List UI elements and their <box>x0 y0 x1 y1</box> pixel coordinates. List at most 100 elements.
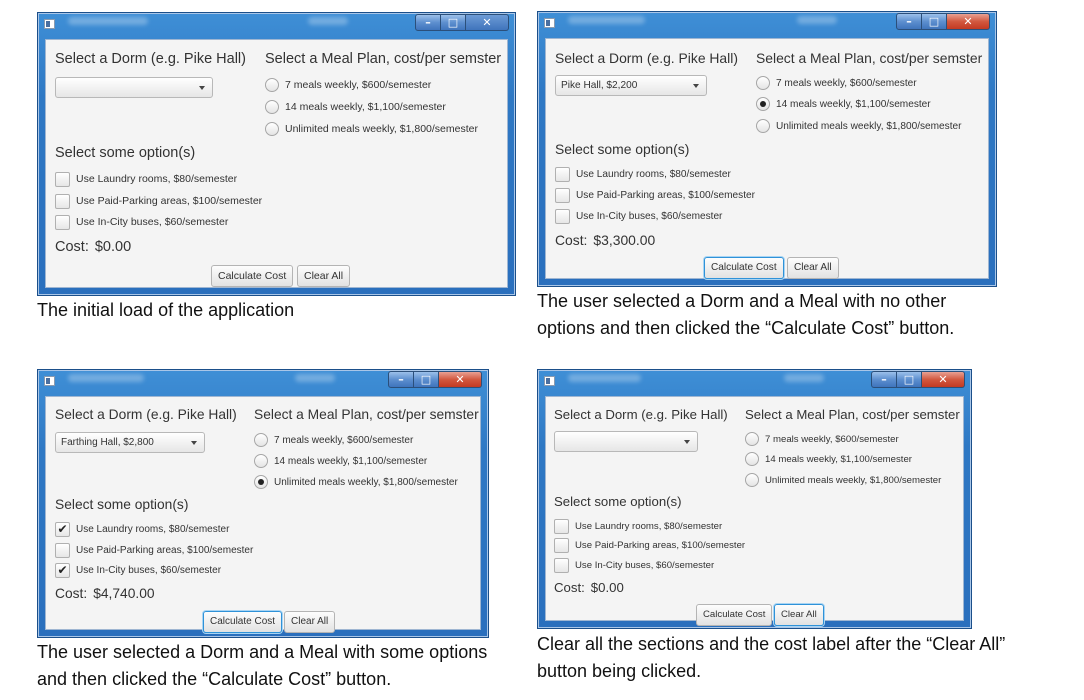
dorm-combobox-value: Farthing Hall, $2,800 <box>61 437 154 448</box>
close-icon[interactable]: ✕ <box>947 13 990 30</box>
option-checkbox[interactable] <box>554 557 569 573</box>
minimize-icon[interactable]: – <box>871 371 897 388</box>
app-window-icon <box>544 18 555 28</box>
option-checkbox[interactable] <box>55 193 70 209</box>
meal-radio-option[interactable]: 7 meals weekly, $600/semester <box>745 431 899 447</box>
cost-value: $0.00 <box>94 239 132 255</box>
option-checkbox-row[interactable]: ✔ Use Laundry rooms, $80/semester <box>55 521 229 537</box>
clear-all-button[interactable]: Clear All <box>297 265 351 287</box>
option-checkbox[interactable] <box>55 214 70 230</box>
meal-radio[interactable] <box>756 119 770 133</box>
dorm-combobox[interactable] <box>55 77 213 98</box>
meal-option-label: 14 meals weekly, $1,100/semester <box>765 453 912 465</box>
meal-radio-option[interactable]: 14 meals weekly, $1,100/semester <box>254 453 427 469</box>
chevron-down-icon[interactable] <box>199 86 205 90</box>
clear-all-button[interactable]: Clear All <box>787 257 839 279</box>
maximize-icon[interactable]: □ <box>922 13 947 30</box>
meal-radio-option[interactable]: 14 meals weekly, $1,100/semester <box>756 96 931 112</box>
meal-radio[interactable] <box>265 78 279 92</box>
meal-plan-label: Select a Meal Plan, cost/per semster <box>756 50 983 66</box>
chevron-down-icon[interactable] <box>684 440 690 444</box>
meal-radio[interactable] <box>254 433 268 447</box>
calculate-cost-button[interactable]: Calculate Cost <box>704 257 784 279</box>
dorm-combobox[interactable]: Farthing Hall, $2,800 <box>55 432 205 453</box>
calculate-cost-button[interactable]: Calculate Cost <box>211 265 294 287</box>
meal-option-label: 7 meals weekly, $600/semester <box>285 79 432 91</box>
window-titlebar[interactable]: – □ ✕ <box>38 13 515 35</box>
window-titlebar[interactable]: – □ ✕ <box>538 370 971 392</box>
minimize-icon[interactable]: – <box>896 13 922 30</box>
option-checkbox[interactable] <box>555 187 570 203</box>
close-icon[interactable]: ✕ <box>439 371 482 388</box>
option-label: Use Paid-Parking areas, $100/semester <box>76 195 263 207</box>
dorm-combobox[interactable]: Pike Hall, $2,200 <box>555 75 707 96</box>
meal-option-label: Unlimited meals weekly, $1,800/semester <box>765 474 942 486</box>
chevron-down-icon[interactable] <box>693 84 699 88</box>
dorm-label: Select a Dorm (e.g. Pike Hall) <box>55 407 237 422</box>
option-checkbox-row[interactable]: Use In-City buses, $60/semester <box>55 214 228 230</box>
option-label: Use Laundry rooms, $80/semester <box>76 523 230 535</box>
close-icon[interactable]: ✕ <box>466 14 509 31</box>
option-checkbox-row[interactable]: ✔ Use In-City buses, $60/semester <box>55 562 221 578</box>
option-checkbox[interactable] <box>554 518 569 534</box>
meal-option-label: 14 meals weekly, $1,100/semester <box>285 101 446 113</box>
window-titlebar[interactable]: – □ ✕ <box>38 370 488 392</box>
option-checkbox[interactable] <box>555 166 570 182</box>
cost-value: $0.00 <box>590 580 624 595</box>
screenshot-caption: The user selected a Dorm and a Meal with… <box>37 642 488 689</box>
meal-radio-option[interactable]: 14 meals weekly, $1,100/semester <box>745 451 912 467</box>
minimize-icon[interactable]: – <box>388 371 414 388</box>
option-checkbox-row[interactable]: Use In-City buses, $60/semester <box>555 208 722 224</box>
meal-radio[interactable] <box>756 97 770 111</box>
calculate-cost-button[interactable]: Calculate Cost <box>203 611 283 633</box>
option-checkbox-row[interactable]: Use Paid-Parking areas, $100/semester <box>55 542 253 558</box>
meal-option-label: Unlimited meals weekly, $1,800/semester <box>776 120 962 132</box>
maximize-icon[interactable]: □ <box>897 371 922 388</box>
meal-radio[interactable] <box>745 473 759 487</box>
calculate-cost-button[interactable]: Calculate Cost <box>696 604 773 626</box>
option-checkbox[interactable] <box>55 542 70 558</box>
option-checkbox-row[interactable]: Use Laundry rooms, $80/semester <box>555 166 731 182</box>
option-checkbox-row[interactable]: Use Laundry rooms, $80/semester <box>554 518 722 534</box>
meal-radio-option[interactable]: Unlimited meals weekly, $1,800/semester <box>745 472 941 488</box>
meal-radio[interactable] <box>254 454 268 468</box>
meal-radio[interactable] <box>745 452 759 466</box>
clear-all-button[interactable]: Clear All <box>774 604 824 626</box>
dorm-label: Select a Dorm (e.g. Pike Hall) <box>555 50 738 66</box>
option-checkbox[interactable]: ✔ <box>55 521 70 537</box>
maximize-icon[interactable]: □ <box>414 371 439 388</box>
maximize-icon[interactable]: □ <box>441 14 466 31</box>
option-label: Use In-City buses, $60/semester <box>76 216 229 228</box>
option-checkbox-row[interactable]: Use Paid-Parking areas, $100/semester <box>555 187 755 203</box>
meal-radio-option[interactable]: 7 meals weekly, $600/semester <box>756 75 917 91</box>
cost-label: Cost: $3,300.00 <box>555 232 655 248</box>
meal-radio[interactable] <box>254 475 268 489</box>
window-title-blurred <box>68 374 144 382</box>
meal-radio[interactable] <box>756 76 770 90</box>
cost-label: Cost: $0.00 <box>554 580 624 595</box>
option-checkbox-row[interactable]: Use Laundry rooms, $80/semester <box>55 171 237 187</box>
meal-radio-option[interactable]: 14 meals weekly, $1,100/semester <box>265 99 446 115</box>
option-checkbox-row[interactable]: Use Paid-Parking areas, $100/semester <box>554 537 745 553</box>
option-checkbox[interactable] <box>55 171 70 187</box>
meal-radio-option[interactable]: Unlimited meals weekly, $1,800/semester <box>254 474 458 490</box>
option-checkbox[interactable] <box>554 537 569 553</box>
meal-radio-option[interactable]: 7 meals weekly, $600/semester <box>254 432 413 448</box>
meal-radio[interactable] <box>745 432 759 446</box>
meal-radio[interactable] <box>265 122 279 136</box>
option-checkbox-row[interactable]: Use Paid-Parking areas, $100/semester <box>55 193 262 209</box>
clear-all-button[interactable]: Clear All <box>284 611 336 633</box>
option-checkbox[interactable] <box>555 208 570 224</box>
window-titlebar[interactable]: – □ ✕ <box>538 12 996 34</box>
meal-radio-option[interactable]: Unlimited meals weekly, $1,800/semester <box>265 121 478 137</box>
meal-radio-option[interactable]: Unlimited meals weekly, $1,800/semester <box>756 118 962 134</box>
meal-radio-option[interactable]: 7 meals weekly, $600/semester <box>265 77 431 93</box>
close-icon[interactable]: ✕ <box>922 371 965 388</box>
minimize-icon[interactable]: – <box>415 14 441 31</box>
chevron-down-icon[interactable] <box>191 441 197 445</box>
meal-radio[interactable] <box>265 100 279 114</box>
option-checkbox-row[interactable]: Use In-City buses, $60/semester <box>554 557 714 573</box>
window-title-blurred <box>68 17 148 25</box>
dorm-combobox[interactable] <box>554 431 698 452</box>
option-checkbox[interactable]: ✔ <box>55 562 70 578</box>
